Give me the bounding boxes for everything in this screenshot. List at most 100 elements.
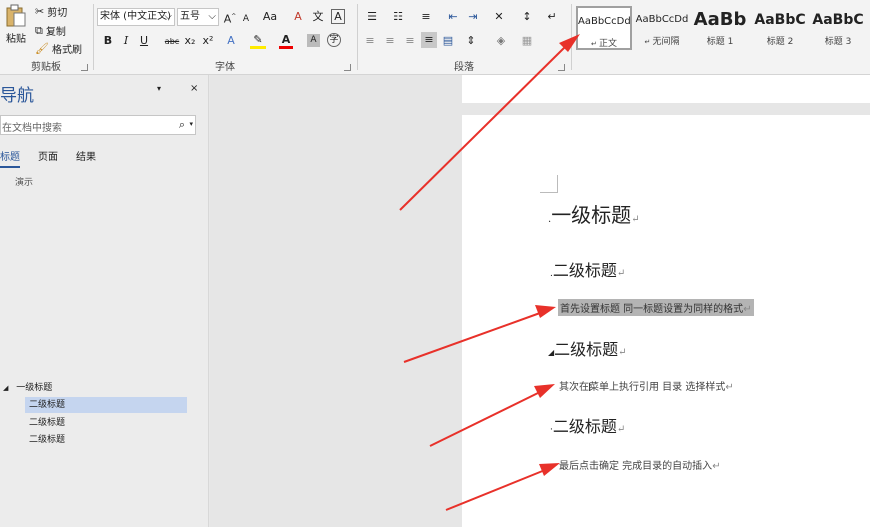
text-effects-icon[interactable]: A [225,33,237,49]
heading-2[interactable]: ◢二级标题↵ [548,336,627,360]
close-icon[interactable]: × [190,83,198,94]
paste-button[interactable]: 粘贴 [2,4,30,48]
clear-format-icon: A [294,10,302,23]
paragraph-mark: ↵ [743,304,752,315]
divider [571,4,572,70]
chevron-down-icon[interactable]: ▾ [157,84,161,93]
borders-icon[interactable]: ▦ [519,33,535,49]
paste-label: 粘贴 [6,34,26,45]
tree-item-level2[interactable]: 二级标题 [25,432,187,448]
shrink-font-button[interactable]: A [240,11,252,27]
line-spacing-icon[interactable]: ⇕ [463,33,479,49]
style-heading-1[interactable]: AaBb 标题 1 [692,6,748,50]
chinese-layout-icon[interactable]: ✕ [491,9,507,25]
style-preview: AaBbC [754,12,806,28]
distributed-icon[interactable]: ▤ [441,33,455,49]
tree-item-label: 二级标题 [29,435,66,445]
char-shading-icon[interactable]: A [307,34,320,47]
align-left-icon[interactable]: ≡ [363,33,377,49]
styles-gallery: AaBbCcDd ↵ 正文 AaBbCcDd ↵ 无间隔 AaBb 标题 1 A… [574,0,870,75]
bold-button[interactable]: B [101,33,115,49]
tree-item-label: 二级标题 [29,400,66,410]
heading-2[interactable]: ·二级标题↵ [550,413,625,437]
font-group: 宋体 (中文正文) ⌵ 五号 ⌵ A^ A Aa A 文 A B I U abc… [95,0,355,75]
tree-item-level2[interactable]: 二级标题 [25,415,187,431]
style-preview: AaBbC [812,12,864,28]
multilevel-list-icon[interactable]: ≡ [417,9,435,25]
font-group-label: 字体 [215,62,235,73]
scissors-icon: ✂ [35,5,45,18]
paragraph-mark: ↵ [616,268,626,279]
underline-button[interactable]: U [137,33,151,49]
pinyin-button[interactable]: 文 [311,9,325,25]
heading-2-text: 二级标题 [552,417,617,436]
search-input[interactable]: 在文档中搜索 ⌕ ▾ [0,115,196,135]
previous-page-bottom [462,75,870,103]
nav-demo-label: 演示 [15,178,34,188]
style-heading-2[interactable]: AaBbC 标题 2 [752,6,808,50]
tree-item-level1[interactable]: ◢ 一级标题 [3,381,188,397]
body-paragraph[interactable]: 最后点击确定 完成目录的自动插入↵ [559,457,721,472]
font-size-select[interactable]: 五号 ⌵ [177,8,219,26]
heading-1[interactable]: .一级标题↵ [548,199,640,228]
change-case-button[interactable]: Aa [259,9,281,25]
copy-button[interactable]: ⧉ 复制 [35,23,66,39]
divider [93,4,94,70]
strikethrough-button[interactable]: abc [163,34,181,50]
heading-2-text: 二级标题 [552,261,617,280]
document-page[interactable]: .一级标题↵ .二级标题↵ 首先设置标题 同一标题设置为同样的格式↵ ◢二级标题… [462,115,870,527]
tab-headings[interactable]: 标题 [0,148,20,168]
font-launcher-icon[interactable] [344,64,351,71]
paragraph-launcher-icon[interactable] [558,64,565,71]
align-right-icon[interactable]: ≡ [403,33,417,49]
tab-results[interactable]: 结果 [76,148,96,163]
show-marks-icon[interactable]: ↵ [545,9,559,25]
clear-format-button[interactable]: A [291,9,305,25]
nav-title: 导航 [0,86,34,106]
underline-icon: U [139,34,149,47]
cut-button[interactable]: ✂ 剪切 [35,4,67,19]
highlight-icon[interactable]: ✎ [250,33,266,49]
subscript-button[interactable]: x₂ [183,33,197,49]
style-heading-3[interactable]: AaBbC 标题 3 [810,6,866,50]
format-painter-button[interactable]: 🖌 格式刷 [35,41,82,56]
shading-icon[interactable]: ◈ [493,33,509,49]
superscript-button[interactable]: x² [201,33,215,49]
strikethrough-icon: abc [164,37,180,46]
char-border-icon: A [334,10,342,23]
collapse-triangle-icon[interactable]: ◢ [3,384,8,392]
sort-icon[interactable]: ↕ [519,9,535,25]
shrink-font-icon: A [242,14,250,24]
italic-button[interactable]: I [119,33,133,49]
search-icon[interactable]: ⌕ [179,118,185,132]
align-center-icon[interactable]: ≡ [383,33,397,49]
superscript-icon: x² [202,34,214,47]
style-preview: AaBb [693,9,747,30]
increase-indent-icon[interactable]: ⇥ [465,9,481,25]
char-border-button[interactable]: A [331,9,345,24]
style-normal[interactable]: AaBbCcDd ↵ 正文 [576,6,632,50]
justify-icon[interactable]: ≡ [421,32,437,48]
bullets-icon[interactable]: ☰ [363,9,381,25]
grow-font-button[interactable]: A^ [223,9,237,28]
chevron-down-icon[interactable]: ▾ [189,120,193,128]
tab-pages[interactable]: 页面 [38,148,58,163]
cut-label: 剪切 [47,8,68,19]
tree-item-label: 二级标题 [29,418,66,428]
body-paragraph[interactable]: 首先设置标题 同一标题设置为同样的格式↵ [558,299,754,316]
body-paragraph[interactable]: 其次在菜单上执行引用 目录 选择样式↵ [559,378,734,393]
heading-2[interactable]: .二级标题↵ [550,257,625,281]
style-no-spacing[interactable]: AaBbCcDd ↵ 无间隔 [634,6,690,50]
enclose-char-icon[interactable]: 字 [327,33,341,47]
pinyin-icon: 文 [312,10,324,23]
paragraph-group: ☰ ☷ ≡ ⇤ ⇥ ✕ ↕ ↵ ≡ ≡ ≡ ≡ ▤ ⇕ ◈ ▦ 段落 [359,0,569,75]
tree-item-level2[interactable]: 二级标题 [25,397,187,413]
numbering-icon[interactable]: ☷ [389,9,407,25]
font-color-icon[interactable]: A [279,33,293,49]
clipboard-launcher-icon[interactable] [81,64,88,71]
font-name-select[interactable]: 宋体 (中文正文) ⌵ [97,8,175,26]
font-size-value: 五号 [180,11,200,22]
navigation-pane: 导航 ▾ × 在文档中搜索 ⌕ ▾ 标题 页面 结果 演示 ◢ 一级标题 二级标… [0,75,209,527]
italic-icon: I [123,34,129,47]
decrease-indent-icon[interactable]: ⇤ [445,9,461,25]
